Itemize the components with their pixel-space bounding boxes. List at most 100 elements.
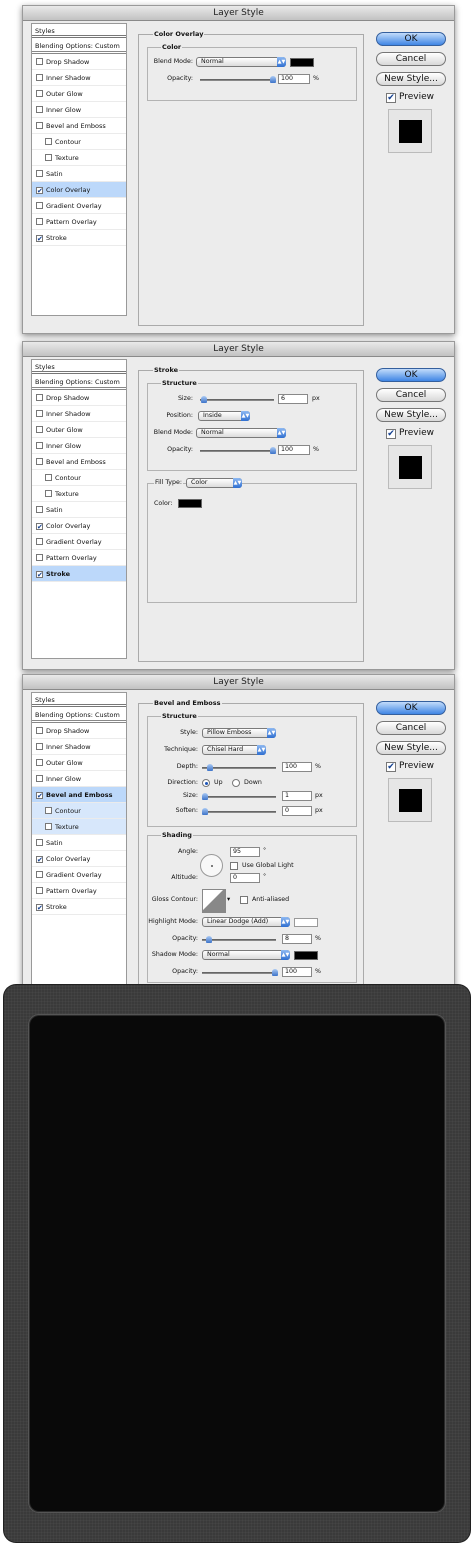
style-checkbox[interactable] (45, 474, 52, 481)
style-checkbox-checked[interactable]: ✔ (36, 235, 43, 243)
styles-header[interactable]: Styles (32, 693, 126, 707)
style-item-inner-shadow[interactable]: Inner Shadow (32, 70, 126, 86)
global-light-checkbox[interactable] (230, 862, 238, 870)
style-item-texture[interactable]: Texture (32, 819, 126, 835)
style-checkbox[interactable] (36, 743, 43, 750)
style-item-gradient-overlay[interactable]: Gradient Overlay (32, 198, 126, 214)
style-item-inner-glow[interactable]: Inner Glow (32, 771, 126, 787)
style-checkbox[interactable] (45, 807, 52, 814)
slider-knob[interactable] (207, 764, 213, 771)
cancel-button[interactable]: Cancel (376, 388, 446, 402)
style-item-color-overlay[interactable]: ✔ Color Overlay (32, 518, 126, 534)
blending-options-item[interactable]: Blending Options: Custom (32, 707, 126, 723)
ok-button[interactable]: OK (376, 32, 446, 46)
soften-slider[interactable] (202, 808, 276, 815)
direction-down-radio[interactable] (232, 779, 240, 787)
style-item-texture[interactable]: Texture (32, 486, 126, 502)
style-item-inner-glow[interactable]: Inner Glow (32, 102, 126, 118)
style-item-contour[interactable]: Contour (32, 470, 126, 486)
depth-slider[interactable] (202, 764, 276, 771)
style-checkbox-checked[interactable]: ✔ (36, 856, 43, 864)
stroke-color-swatch[interactable] (178, 499, 202, 508)
style-checkbox[interactable] (36, 839, 43, 846)
new-style-button[interactable]: New Style... (376, 741, 446, 755)
style-checkbox[interactable] (36, 58, 43, 65)
slider-knob[interactable] (270, 447, 276, 454)
slider-knob[interactable] (202, 793, 208, 800)
style-item-stroke[interactable]: ✔ Stroke (32, 566, 126, 582)
style-item-outer-glow[interactable]: Outer Glow (32, 86, 126, 102)
angle-wheel[interactable] (200, 854, 223, 877)
styles-header[interactable]: Styles (32, 360, 126, 374)
size-input[interactable]: 6 (278, 394, 308, 404)
style-checkbox[interactable] (36, 759, 43, 766)
blend-mode-select[interactable]: Normal ▲▼ (196, 57, 286, 67)
style-checkbox[interactable] (36, 90, 43, 97)
style-item-inner-shadow[interactable]: Inner Shadow (32, 406, 126, 422)
overlay-color-swatch[interactable] (290, 58, 314, 67)
style-item-drop-shadow[interactable]: Drop Shadow (32, 54, 126, 70)
opacity-input[interactable]: 100 (278, 74, 310, 84)
style-checkbox[interactable] (36, 410, 43, 417)
style-checkbox[interactable] (45, 490, 52, 497)
style-item-gradient-overlay[interactable]: Gradient Overlay (32, 867, 126, 883)
slider-knob[interactable] (201, 396, 207, 403)
style-checkbox[interactable] (36, 775, 43, 782)
shadow-opacity-input[interactable]: 100 (282, 967, 312, 977)
style-item-gradient-overlay[interactable]: Gradient Overlay (32, 534, 126, 550)
style-item-contour[interactable]: Contour (32, 803, 126, 819)
style-checkbox[interactable] (45, 138, 52, 145)
depth-input[interactable]: 100 (282, 762, 312, 772)
checkbox-checked-icon[interactable]: ✔ (386, 429, 396, 439)
style-item-satin[interactable]: Satin (32, 502, 126, 518)
blending-options-item[interactable]: Blending Options: Custom (32, 374, 126, 390)
style-checkbox[interactable] (36, 727, 43, 734)
style-checkbox-checked[interactable]: ✔ (36, 523, 43, 531)
style-item-bevel-emboss[interactable]: Bevel and Emboss (32, 454, 126, 470)
slider-knob[interactable] (202, 808, 208, 815)
preview-checkbox[interactable]: ✔ Preview (386, 428, 434, 439)
style-item-drop-shadow[interactable]: Drop Shadow (32, 723, 126, 739)
size-input[interactable]: 1 (282, 791, 312, 801)
style-checkbox[interactable] (36, 442, 43, 449)
new-style-button[interactable]: New Style... (376, 408, 446, 422)
style-checkbox[interactable] (36, 426, 43, 433)
style-item-outer-glow[interactable]: Outer Glow (32, 422, 126, 438)
shadow-color-swatch[interactable] (294, 951, 318, 960)
style-item-drop-shadow[interactable]: Drop Shadow (32, 390, 126, 406)
angle-input[interactable]: 95 (230, 847, 260, 857)
style-item-pattern-overlay[interactable]: Pattern Overlay (32, 883, 126, 899)
style-checkbox[interactable] (45, 154, 52, 161)
style-checkbox-checked[interactable]: ✔ (36, 904, 43, 912)
fill-type-select[interactable]: Color ▲▼ (186, 478, 242, 488)
style-item-inner-shadow[interactable]: Inner Shadow (32, 739, 126, 755)
style-checkbox[interactable] (36, 394, 43, 401)
highlight-opacity-input[interactable]: 8 (282, 934, 312, 944)
anti-aliased-checkbox[interactable] (240, 896, 248, 904)
style-checkbox-checked[interactable]: ✔ (36, 571, 43, 579)
style-checkbox[interactable] (36, 106, 43, 113)
style-item-bevel-emboss[interactable]: ✔ Bevel and Emboss (32, 787, 126, 803)
style-item-texture[interactable]: Texture (32, 150, 126, 166)
style-item-pattern-overlay[interactable]: Pattern Overlay (32, 550, 126, 566)
style-checkbox-checked[interactable]: ✔ (36, 792, 43, 800)
opacity-slider[interactable] (200, 447, 276, 454)
style-item-bevel-emboss[interactable]: Bevel and Emboss (32, 118, 126, 134)
preview-checkbox[interactable]: ✔ Preview (386, 761, 434, 772)
style-checkbox[interactable] (45, 823, 52, 830)
style-item-contour[interactable]: Contour (32, 134, 126, 150)
style-item-color-overlay[interactable]: ✔ Color Overlay (32, 851, 126, 867)
cancel-button[interactable]: Cancel (376, 721, 446, 735)
preview-checkbox[interactable]: ✔ Preview (386, 92, 434, 103)
style-checkbox[interactable] (36, 458, 43, 465)
contour-arrow-icon[interactable]: ▾ (227, 896, 230, 903)
position-select[interactable]: Inside ▲▼ (198, 411, 250, 421)
styles-header[interactable]: Styles (32, 24, 126, 38)
checkbox-checked-icon[interactable]: ✔ (386, 93, 396, 103)
direction-up-radio[interactable] (202, 779, 210, 787)
style-checkbox-checked[interactable]: ✔ (36, 187, 43, 195)
style-checkbox[interactable] (36, 554, 43, 561)
style-checkbox[interactable] (36, 538, 43, 545)
style-checkbox[interactable] (36, 202, 43, 209)
size-slider[interactable] (202, 793, 276, 800)
